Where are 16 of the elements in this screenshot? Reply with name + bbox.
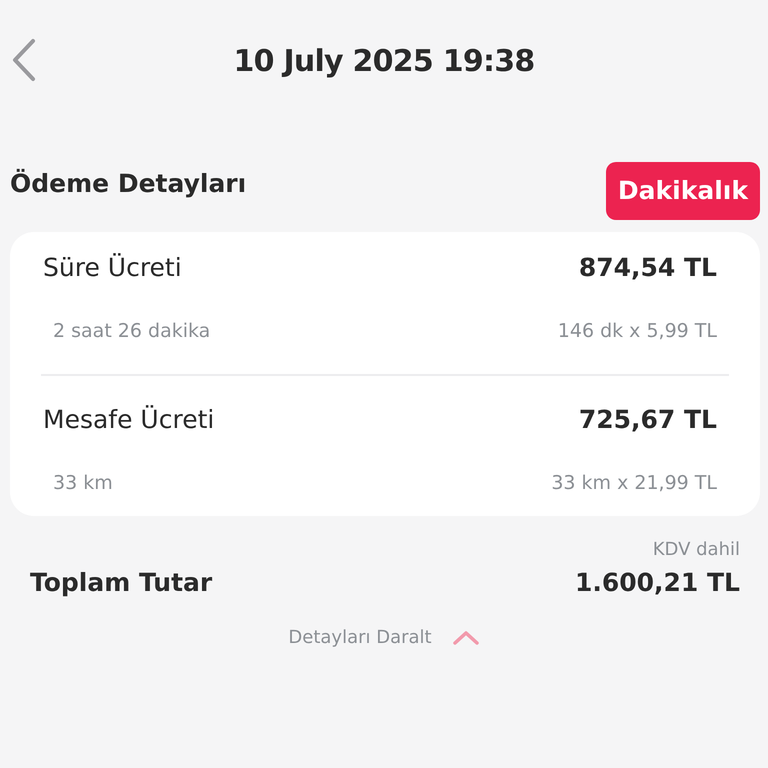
- section-title: Ödeme Detayları: [10, 168, 246, 200]
- fee-label: Mesafe Ücreti: [43, 404, 214, 436]
- fee-detail: 2 saat 26 dakika: [53, 318, 210, 344]
- fee-calculation: 146 dk x 5,99 TL: [558, 318, 717, 344]
- fee-detail: 33 km: [53, 470, 113, 496]
- total-amount: 1.600,21 TL: [574, 567, 740, 600]
- fee-label: Süre Ücreti: [43, 252, 182, 284]
- back-chevron-icon: [11, 38, 37, 82]
- collapse-details-button[interactable]: Detayları Daralt: [288, 624, 480, 651]
- vat-note: KDV dahil: [652, 538, 740, 562]
- fee-amount: 874,54 TL: [578, 252, 718, 284]
- fee-amount: 725,67 TL: [578, 404, 718, 436]
- date-title: 10 July 2025 19:38: [234, 43, 534, 81]
- total-label: Toplam Tutar: [30, 567, 212, 600]
- fee-calculation: 33 km x 21,99 TL: [551, 470, 717, 496]
- pricing-badge: Dakikalık: [606, 162, 760, 220]
